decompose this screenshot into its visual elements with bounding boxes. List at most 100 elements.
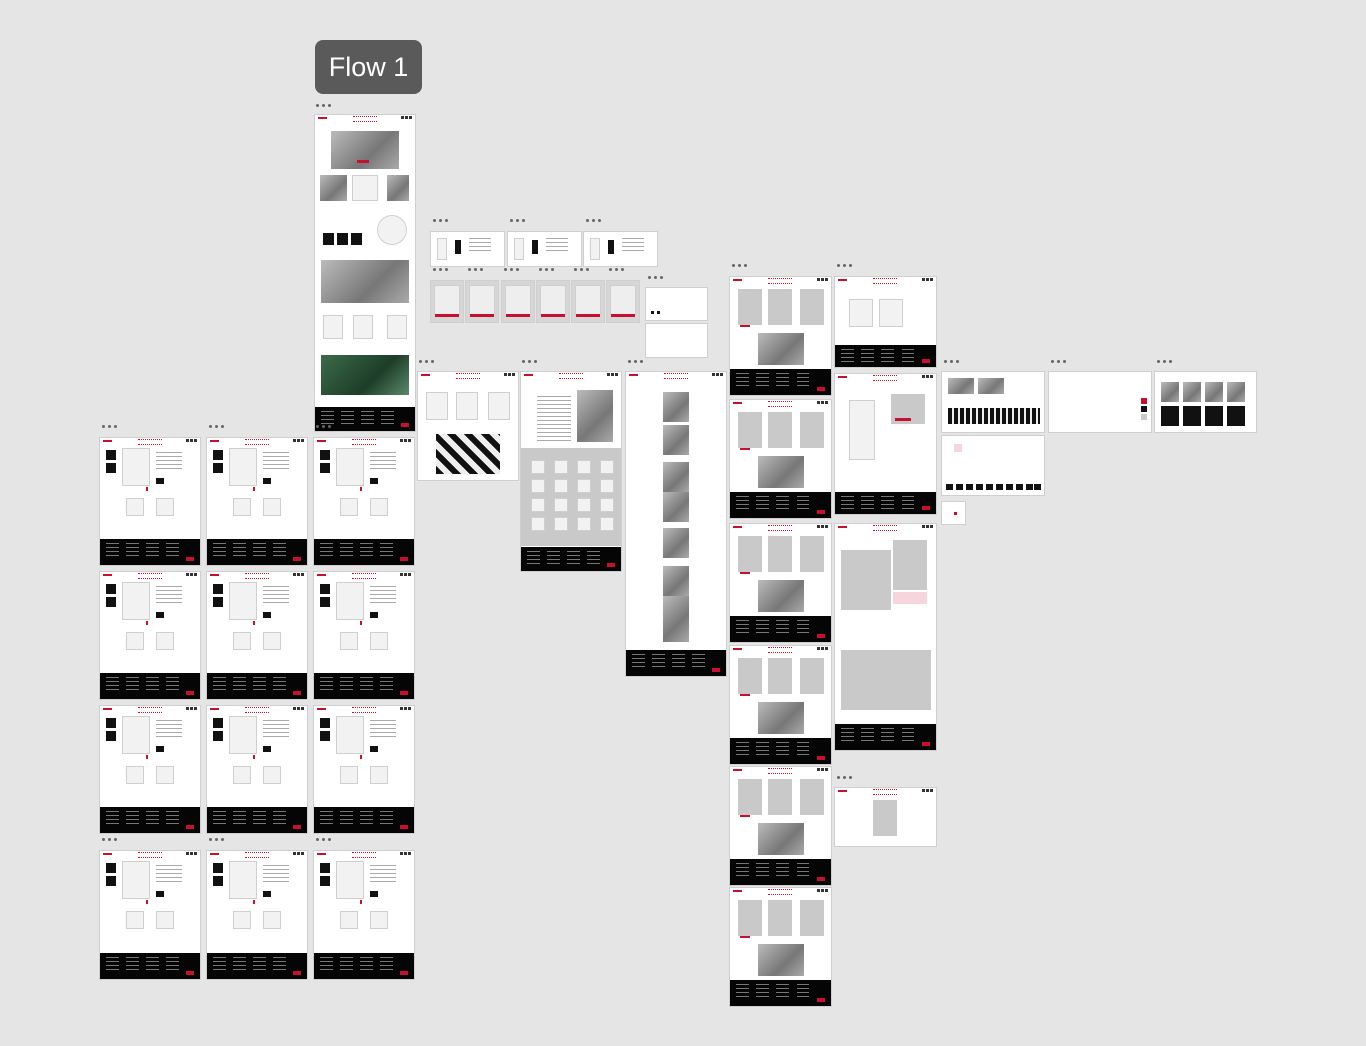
payment-icon bbox=[946, 484, 953, 490]
footer-link bbox=[273, 965, 286, 966]
frame-product-detail[interactable] bbox=[100, 438, 200, 565]
frame-product-detail[interactable] bbox=[100, 572, 200, 699]
frame-cart[interactable] bbox=[835, 374, 936, 514]
frame-account[interactable] bbox=[730, 277, 831, 395]
frame-size-popup[interactable] bbox=[502, 281, 534, 322]
frame-account[interactable] bbox=[730, 767, 831, 885]
frame-product-detail[interactable] bbox=[100, 851, 200, 979]
frame-checkout[interactable] bbox=[835, 524, 936, 750]
footer-link bbox=[796, 504, 810, 505]
footer-link bbox=[233, 811, 246, 812]
frame-options-icon[interactable] bbox=[316, 103, 338, 109]
frame-product-detail[interactable] bbox=[314, 438, 414, 565]
product-swatch bbox=[106, 731, 116, 741]
frame-size-popup[interactable] bbox=[537, 281, 569, 322]
frame-options-icon[interactable] bbox=[102, 424, 124, 430]
frame-product-detail[interactable] bbox=[314, 851, 414, 979]
header-icon bbox=[922, 375, 925, 378]
frame-size-popup[interactable] bbox=[572, 281, 604, 322]
frame-wishlist[interactable] bbox=[835, 277, 936, 367]
frame-options-icon[interactable] bbox=[837, 775, 859, 781]
frame-options-icon[interactable] bbox=[209, 837, 231, 843]
frame-options-icon[interactable] bbox=[586, 218, 608, 224]
header-icon bbox=[293, 439, 296, 442]
frame-home[interactable] bbox=[315, 115, 415, 431]
dot bbox=[534, 359, 537, 363]
frame-product-detail[interactable] bbox=[314, 572, 414, 699]
frame-about[interactable] bbox=[521, 372, 621, 571]
frame-options-icon[interactable] bbox=[648, 275, 670, 281]
frame-options-icon[interactable] bbox=[468, 267, 490, 273]
footer-link bbox=[233, 823, 246, 824]
frame-style-imagery[interactable] bbox=[1155, 372, 1256, 432]
footer-link bbox=[106, 681, 119, 682]
frame-options-icon[interactable] bbox=[574, 267, 596, 273]
frame-options-icon[interactable] bbox=[316, 837, 338, 843]
header-icon bbox=[821, 889, 824, 892]
frame-style-icons[interactable] bbox=[942, 436, 1044, 495]
frame-account[interactable] bbox=[730, 646, 831, 764]
frame-options-icon[interactable] bbox=[433, 267, 455, 273]
related-product bbox=[340, 911, 358, 929]
payment-icon bbox=[1026, 484, 1033, 490]
account-action bbox=[740, 572, 750, 574]
frame-cart-drawer[interactable] bbox=[584, 232, 657, 266]
footer-link bbox=[126, 685, 139, 686]
frame-options-icon[interactable] bbox=[609, 267, 631, 273]
related-product bbox=[233, 632, 251, 650]
frame-account[interactable] bbox=[730, 524, 831, 642]
frame-options-icon[interactable] bbox=[628, 359, 650, 365]
product-main-image bbox=[229, 716, 257, 754]
frame-options-icon[interactable] bbox=[102, 837, 124, 843]
frame-account[interactable] bbox=[730, 888, 831, 1006]
footer-link bbox=[632, 666, 645, 667]
frame-size-popup[interactable] bbox=[607, 281, 639, 322]
frame-options-icon[interactable] bbox=[522, 359, 544, 365]
footer-link bbox=[213, 681, 226, 682]
frame-product-detail[interactable] bbox=[207, 572, 307, 699]
frame-options-icon[interactable] bbox=[944, 359, 966, 365]
frame-options-icon[interactable] bbox=[209, 424, 231, 430]
footer-link bbox=[213, 543, 226, 544]
frame-category[interactable] bbox=[418, 372, 518, 480]
frame-footer bbox=[100, 953, 200, 979]
frame-account[interactable] bbox=[730, 400, 831, 518]
footer-link bbox=[632, 662, 645, 663]
cart-item-image bbox=[455, 240, 461, 254]
frame-options-icon[interactable] bbox=[419, 359, 441, 365]
header-icon bbox=[297, 573, 300, 576]
frame-options-icon[interactable] bbox=[316, 424, 338, 430]
frame-options-icon[interactable] bbox=[433, 218, 455, 224]
frame-options-icon[interactable] bbox=[1051, 359, 1073, 365]
frame-lookbook[interactable] bbox=[626, 372, 726, 676]
frame-modal[interactable] bbox=[646, 288, 707, 320]
design-canvas[interactable]: Flow 1 bbox=[0, 0, 1366, 1046]
frame-product-detail[interactable] bbox=[207, 438, 307, 565]
frame-style-typography[interactable] bbox=[1049, 372, 1151, 432]
flow-start-label[interactable]: Flow 1 bbox=[315, 40, 422, 94]
frame-options-icon[interactable] bbox=[539, 267, 561, 273]
frame-options-icon[interactable] bbox=[837, 263, 859, 269]
size-selector bbox=[146, 900, 148, 904]
size-selector bbox=[253, 621, 255, 625]
frame-size-popup[interactable] bbox=[431, 281, 463, 322]
frame-cart-drawer[interactable] bbox=[508, 232, 581, 266]
footer-link bbox=[273, 969, 286, 970]
frame-options-icon[interactable] bbox=[510, 218, 532, 224]
frame-size-popup[interactable] bbox=[466, 281, 498, 322]
frame-product-detail[interactable] bbox=[100, 706, 200, 833]
header-icon bbox=[512, 373, 515, 376]
frame-options-icon[interactable] bbox=[732, 263, 754, 269]
footer-link bbox=[380, 815, 393, 816]
frame-cart-drawer[interactable] bbox=[431, 232, 504, 266]
frame-product-detail[interactable] bbox=[207, 851, 307, 979]
frame-options-icon[interactable] bbox=[504, 267, 526, 273]
footer-link bbox=[340, 969, 353, 970]
frame-options-icon[interactable] bbox=[1157, 359, 1179, 365]
frame-product-detail[interactable] bbox=[207, 706, 307, 833]
frame-confirmation[interactable] bbox=[835, 788, 936, 846]
frame-style-components[interactable] bbox=[942, 372, 1044, 432]
frame-modal[interactable] bbox=[646, 324, 707, 357]
payment-badge bbox=[607, 563, 615, 567]
frame-product-detail[interactable] bbox=[314, 706, 414, 833]
